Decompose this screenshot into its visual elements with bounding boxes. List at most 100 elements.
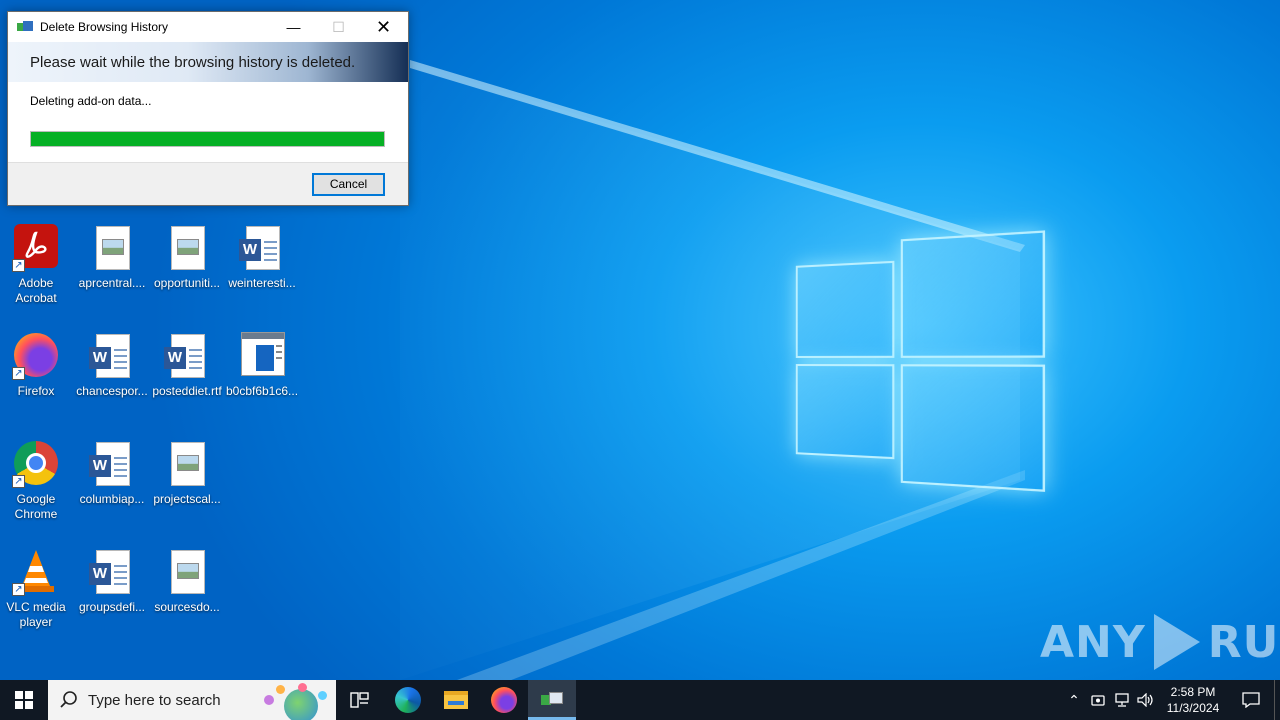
image-file-icon: [88, 224, 136, 272]
search-icon: [60, 691, 77, 708]
image-file-icon: [163, 548, 211, 596]
desktop-icon-chancespor[interactable]: W chancespor...: [74, 332, 150, 399]
desktop-icon-label: projectscal...: [153, 492, 221, 506]
desktop-icon-columbiap[interactable]: W columbiap...: [74, 440, 150, 507]
desktop-icon-weinteresti[interactable]: W weinteresti...: [224, 224, 300, 291]
desktop-icon-label: weinteresti...: [228, 276, 296, 290]
progress-bar: [30, 131, 385, 147]
progress-bar-fill: [31, 132, 384, 146]
windows-start-icon: [15, 691, 33, 709]
meet-now-icon: [1091, 695, 1105, 706]
taskbar-edge[interactable]: [384, 680, 432, 720]
dialog-title: Delete Browsing History: [40, 20, 169, 34]
desktop-icon-label: posteddiet.rtf: [152, 384, 222, 398]
system-tray: ⌃ 2:58 PM 11/3/2024: [1062, 680, 1280, 720]
desktop-icon-label: b0cbf6b1c6...: [225, 384, 299, 398]
desktop-icon-label: aprcentral....: [78, 276, 146, 290]
desktop-icon-label: VLC media player: [6, 600, 66, 629]
desktop-icon-label: opportuniti...: [153, 276, 221, 290]
adobe-acrobat-icon: ↗: [12, 224, 60, 272]
maximize-button[interactable]: ☐: [316, 12, 361, 42]
search-placeholder: Type here to search: [88, 691, 221, 709]
desktop-icon-vlc-media-player[interactable]: ↗ VLC media player: [0, 548, 74, 630]
desktop-icon-label: Firefox: [17, 384, 55, 398]
image-file-icon: [163, 224, 211, 272]
executable-file-icon: [238, 332, 286, 380]
dialog-banner: Please wait while the browsing history i…: [8, 42, 408, 82]
desktop-icon-label: Adobe Acrobat: [15, 276, 57, 305]
dialog-content: Deleting add-on data...: [8, 82, 408, 162]
desktop-icon-firefox[interactable]: ↗ Firefox: [0, 332, 74, 399]
taskbar: Type here to search ⌃ 2:58 PM 11/3/2024: [0, 680, 1280, 720]
network-button[interactable]: [1110, 680, 1134, 720]
dialog-titlebar[interactable]: Delete Browsing History — ☐ ✕: [8, 12, 408, 42]
minimize-icon: —: [286, 19, 301, 35]
task-view-button[interactable]: [336, 680, 384, 720]
show-hidden-icons-button[interactable]: ⌃: [1062, 680, 1086, 720]
cancel-button[interactable]: Cancel: [312, 173, 385, 196]
vlc-icon: ↗: [12, 548, 60, 596]
maximize-icon: ☐: [332, 18, 345, 35]
status-text: Deleting add-on data...: [30, 94, 152, 108]
desktop-icon-aprcentral[interactable]: aprcentral....: [74, 224, 150, 291]
edge-icon: [395, 687, 421, 713]
volume-icon: [1137, 693, 1153, 707]
taskbar-firefox[interactable]: [480, 680, 528, 720]
minimize-button[interactable]: —: [271, 12, 316, 42]
meet-now-button[interactable]: [1086, 680, 1110, 720]
banner-text: Please wait while the browsing history i…: [30, 53, 356, 71]
play-icon: [1153, 614, 1200, 670]
desktop-icon-opportuniti[interactable]: opportuniti...: [149, 224, 225, 291]
file-explorer-icon: [444, 691, 468, 709]
shortcut-arrow-icon: ↗: [12, 367, 25, 380]
firefox-icon: ↗: [12, 332, 60, 380]
word-document-icon: W: [88, 440, 136, 488]
dialog-footer: Cancel: [8, 162, 408, 205]
desktop-icon-projectscal[interactable]: projectscal...: [149, 440, 225, 507]
volume-button[interactable]: [1134, 680, 1158, 720]
delete-history-app-icon: [541, 691, 563, 706]
shortcut-arrow-icon: ↗: [12, 583, 25, 596]
close-button[interactable]: ✕: [361, 12, 406, 42]
taskbar-delete-history-app[interactable]: [528, 680, 576, 720]
search-highlights-icon: [262, 683, 332, 720]
image-file-icon: [163, 440, 211, 488]
chevron-up-icon: ⌃: [1068, 691, 1080, 708]
windows-wallpaper-logo: [792, 223, 1052, 497]
word-document-icon: W: [88, 548, 136, 596]
watermark-text-right: RUN: [1207, 616, 1280, 668]
firefox-icon: [491, 687, 517, 713]
task-view-icon: [350, 692, 369, 708]
desktop-icon-adobe-acrobat[interactable]: ↗ Adobe Acrobat: [0, 224, 74, 306]
notification-icon: [1242, 692, 1260, 708]
clock-date: 11/3/2024: [1166, 701, 1220, 715]
desktop-icon-label: sourcesdo...: [154, 600, 220, 614]
shortcut-arrow-icon: ↗: [12, 475, 25, 488]
anyrun-watermark: ANY RUN: [1040, 612, 1280, 672]
desktop-icon-label: chancespor...: [76, 384, 148, 398]
delete-browsing-history-dialog: Delete Browsing History — ☐ ✕ Please wai…: [7, 11, 409, 206]
delete-history-app-icon: [17, 21, 33, 33]
desktop-icon-groupsdefi[interactable]: W groupsdefi...: [74, 548, 150, 615]
watermark-text-left: ANY: [1040, 616, 1146, 668]
word-document-icon: W: [163, 332, 211, 380]
taskbar-clock[interactable]: 2:58 PM 11/3/2024: [1158, 684, 1228, 716]
network-icon: [1115, 693, 1129, 707]
taskbar-search-box[interactable]: Type here to search: [48, 680, 336, 720]
desktop-icon-label: groupsdefi...: [78, 600, 146, 614]
desktop-icon-sourcesdo[interactable]: sourcesdo...: [149, 548, 225, 615]
action-center-button[interactable]: [1228, 680, 1274, 720]
taskbar-file-explorer[interactable]: [432, 680, 480, 720]
desktop-icon-label: Google Chrome: [14, 492, 58, 521]
desktop-icon-b0cbf6b1c6[interactable]: b0cbf6b1c6...: [224, 332, 300, 399]
start-button[interactable]: [0, 680, 48, 720]
desktop-icon-posteddiet[interactable]: W posteddiet.rtf: [149, 332, 225, 399]
clock-time: 2:58 PM: [1170, 685, 1216, 699]
desktop-icon-google-chrome[interactable]: ↗ Google Chrome: [0, 440, 74, 522]
desktop-icon-label: columbiap...: [79, 492, 145, 506]
show-desktop-button[interactable]: [1274, 680, 1280, 720]
chrome-icon: ↗: [12, 440, 60, 488]
close-icon: ✕: [375, 16, 392, 37]
word-document-icon: W: [238, 224, 286, 272]
shortcut-arrow-icon: ↗: [12, 259, 25, 272]
